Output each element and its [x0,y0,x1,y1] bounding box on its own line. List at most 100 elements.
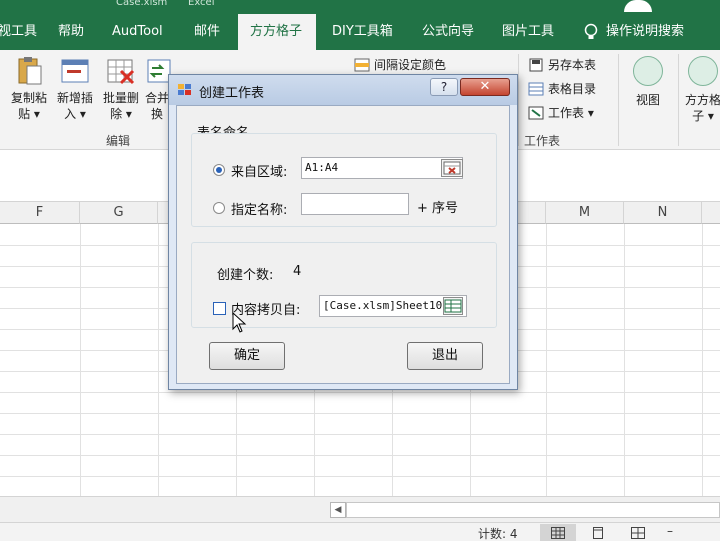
copy-paste-label-1: 复制粘 [10,91,47,105]
table-icon [444,299,462,313]
grid-line [0,413,720,414]
grid-line [0,392,720,393]
dialog-body: 表名命名 来自区域: A1:A4 指定名称: + 序号 选项 创建个数: 4 内… [176,105,510,384]
merge-label-1: 合并 [144,91,169,105]
window-title: Case.xlsm Excel [0,0,720,14]
insert-button[interactable]: 新增插 入 ▾ [52,56,98,122]
range-select-icon [443,161,461,175]
delete-table-icon [105,56,137,86]
dialog-title: 创建工作表 [199,86,265,101]
sheet-picker-button[interactable] [443,297,463,315]
ok-button[interactable]: 确定 [209,342,285,370]
view-button[interactable]: 视图 [624,56,672,108]
normal-view-button[interactable] [540,524,576,541]
grid-line [702,224,703,525]
named-label: 指定名称: [231,203,288,218]
insert-rows-icon [59,56,91,86]
ribbon-tab-bar: Case.xlsm Excel 视工具 帮助 AudTool 邮件 方方格子 D… [0,0,720,50]
fangfang-icon [688,56,718,86]
range-picker-button[interactable] [441,159,463,177]
worksheet-menu-button[interactable]: 工作表 ▾ [526,102,594,124]
batch-delete-button[interactable]: 批量删 除 ▾ [98,56,144,122]
worksheet-label: 工作表 ▾ [548,106,594,120]
grid-line [624,224,625,525]
tab-audtool[interactable]: AudTool [106,14,169,50]
status-bar: 计数: 4 – [0,522,720,541]
save-as-sheet-label: 另存本表 [548,58,597,72]
grid-view-icon [551,527,565,539]
page-break-view-button[interactable] [620,524,656,541]
dialog-titlebar[interactable]: 创建工作表 ? ✕ [169,75,517,105]
tab-picture-tools[interactable]: 图片工具 [496,14,560,50]
from-range-label: 来自区域: [231,165,288,180]
tab-mail[interactable]: 邮件 [188,14,226,50]
group-divider [518,54,519,146]
interval-color-label: 间隔设定颜色 [374,58,447,72]
color-grid-icon [354,58,370,72]
lightbulb-icon [584,23,598,39]
name-input[interactable] [301,193,409,215]
scroll-left-button[interactable]: ◀ [330,502,346,518]
from-range-radio[interactable] [213,164,225,176]
tab-view-tools[interactable]: 视工具 [0,14,43,50]
save-as-sheet-button[interactable]: 另存本表 [526,54,596,76]
copy-content-checkbox[interactable] [213,302,226,315]
app-icon [178,84,191,95]
group-divider [678,54,679,146]
insert-label-1: 新增插 [56,91,93,105]
group-divider [618,54,619,146]
column-header-f[interactable]: F [0,202,80,224]
fangfang-menu-button[interactable]: 方方格 子 ▾ [682,56,720,124]
tab-help[interactable]: 帮助 [52,14,90,50]
worksheet-icon [528,106,544,120]
app-name: Excel [188,0,215,8]
file-name: Case.xlsm [116,0,168,8]
column-header-m[interactable]: M [546,202,624,224]
plus-serial-label: + 序号 [417,201,459,216]
group-label-edit: 编辑 [106,134,131,148]
save-copy-icon [529,58,543,72]
sheet-tab-bar: ◀ [0,496,720,522]
count-value: 4 [293,264,302,279]
interval-color-button[interactable]: 间隔设定颜色 [352,54,446,76]
view-icon [633,56,663,86]
merge-label-2: 换 [150,107,163,121]
table-directory-button[interactable]: 表格目录 [526,78,596,100]
insert-label-2: 入 ▾ [64,107,86,121]
column-header-g[interactable]: G [80,202,158,224]
named-radio[interactable] [213,202,225,214]
tab-diy-toolbox[interactable]: DIY工具箱 [326,14,399,50]
tab-fangfang[interactable]: 方方格子 [238,14,316,50]
search-label: 操作说明搜索 [606,24,685,39]
column-header[interactable] [702,202,720,224]
delete-label-1: 批量删 [102,91,139,105]
clipboard-icon [13,56,45,86]
horizontal-scrollbar[interactable] [346,502,720,518]
column-header-n[interactable]: N [624,202,702,224]
page-layout-view-button[interactable] [580,524,616,541]
close-button[interactable]: ✕ [460,78,510,96]
grid-line [0,455,720,456]
tell-me-search[interactable]: 操作说明搜索 [580,14,690,50]
help-button[interactable]: ? [430,78,458,96]
grid-line [546,224,547,525]
copy-paste-button[interactable]: 复制粘 贴 ▾ [6,56,52,122]
tab-formula-wizard[interactable]: 公式向导 [416,14,480,50]
page-break-icon [631,527,645,539]
table-list-icon [528,82,544,96]
from-range-input[interactable]: A1:A4 [301,157,463,179]
zoom-out-button[interactable]: – [660,524,680,541]
status-count: 计数: 4 [478,527,518,541]
grid-line [0,434,720,435]
create-worksheet-dialog: 创建工作表 ? ✕ 表名命名 来自区域: A1:A4 指定名称: + 序号 选项… [168,74,518,390]
mouse-cursor-icon [232,312,247,333]
view-label: 视图 [635,93,660,107]
page-layout-icon [593,527,603,539]
group-label-worksheet: 工作表 [524,134,561,148]
count-label: 创建个数: [217,268,274,283]
cancel-button[interactable]: 退出 [407,342,483,370]
grid-line [0,476,720,477]
grid-line [80,224,81,525]
fangfang-label-1: 方方格 [684,93,720,107]
grid-line [158,224,159,525]
